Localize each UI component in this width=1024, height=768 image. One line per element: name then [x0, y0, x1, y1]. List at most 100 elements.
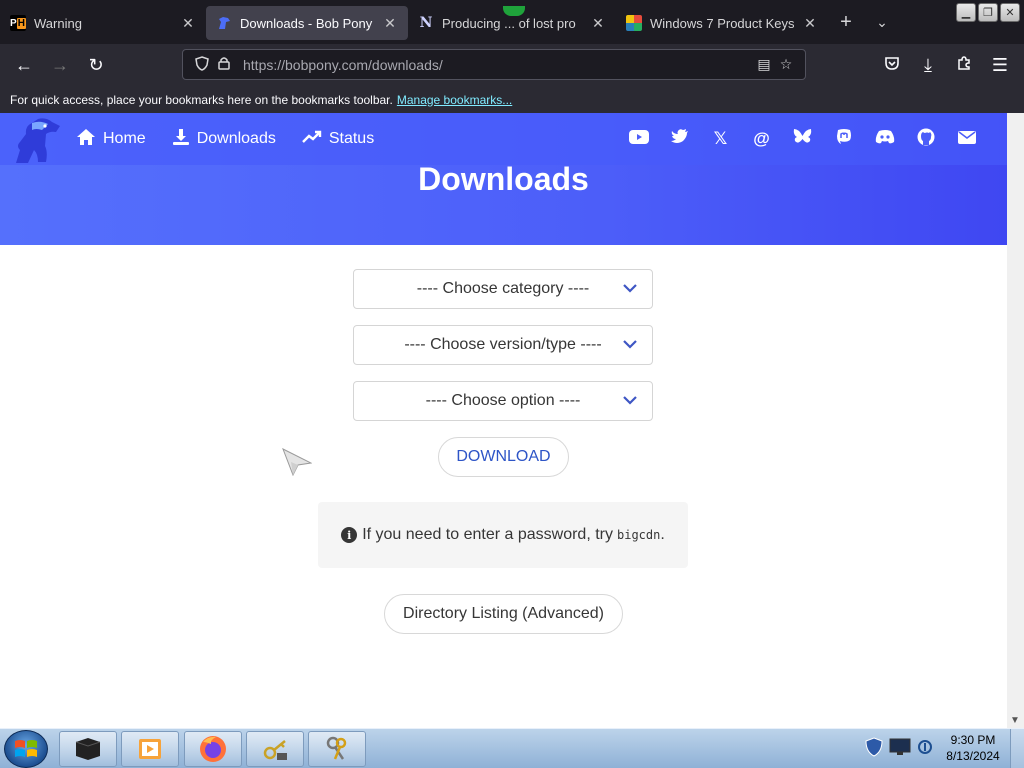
pocket-button[interactable] [874, 49, 910, 81]
tab-title: Producing ... of lost pro [442, 15, 576, 31]
taskbar-item-keys-tool[interactable] [246, 731, 304, 767]
start-button[interactable] [4, 730, 48, 768]
arrow-left-icon: ← [15, 54, 33, 75]
menu-button[interactable]: ☰ [982, 49, 1018, 81]
tab-title: Downloads - Bob Pony [240, 15, 373, 31]
x-icon[interactable]: 𝕏 [700, 129, 741, 149]
github-icon[interactable] [905, 128, 946, 151]
navigation-toolbar: ← → ↻ https://bobpony.com/downloads/ ▤ ☆… [0, 44, 1024, 86]
email-icon[interactable] [946, 129, 987, 149]
close-icon[interactable]: ✕ [590, 15, 606, 32]
clock-time: 9:30 PM [950, 733, 996, 747]
twitter-icon[interactable] [659, 129, 700, 149]
mouse-cursor-icon [282, 448, 312, 476]
pornhub-favicon-icon: PH [10, 15, 26, 31]
minimize-button[interactable]: ▁ [956, 3, 976, 22]
lock-icon[interactable] [213, 56, 235, 73]
page-title: Downloads [418, 161, 589, 197]
extensions-button[interactable] [946, 49, 982, 81]
trending-up-icon [301, 130, 322, 149]
youtube-icon[interactable] [618, 129, 659, 149]
back-button[interactable]: ← [6, 49, 42, 81]
category-select-value: ---- Choose category ---- [416, 280, 590, 297]
bookmark-star-icon[interactable]: ☆ [775, 56, 797, 73]
bobpony-logo-icon[interactable] [12, 116, 62, 166]
reload-icon: ↻ [88, 54, 104, 75]
nav-status-label: Status [328, 130, 375, 147]
nav-downloads-label: Downloads [196, 130, 276, 147]
tab-title: Warning [34, 15, 82, 31]
close-icon[interactable]: ✕ [180, 15, 196, 32]
scroll-down-arrow-icon[interactable]: ▼ [1010, 715, 1020, 726]
windows-favicon-icon [626, 15, 642, 31]
clock[interactable]: 9:30 PM 8/13/2024 [940, 732, 1006, 764]
tab-warning[interactable]: PH Warning ✕ [0, 6, 206, 40]
reader-view-icon[interactable]: ▤ [753, 56, 775, 73]
hero-banner: Home Downloads Status 𝕏 @ Downloads [0, 113, 1007, 245]
option-select-value: ---- Choose option ---- [425, 392, 581, 409]
tab-windows7-keys[interactable]: Windows 7 Product Keys For ✕ [616, 6, 828, 40]
arrow-right-icon: → [51, 54, 69, 75]
media-player-icon [139, 739, 161, 759]
taskbar-item-terminal[interactable] [59, 731, 117, 767]
web-page: Home Downloads Status 𝕏 @ Downloads ----… [0, 113, 1007, 728]
home-icon [76, 128, 96, 151]
bookmarks-hint: For quick access, place your bookmarks h… [10, 92, 393, 107]
password-hint-text: If you need to enter a password, try [362, 526, 613, 543]
key-tool-icon [263, 740, 287, 760]
bluesky-icon[interactable] [782, 128, 823, 150]
password-code: bigcdn [617, 528, 661, 542]
list-all-tabs-button[interactable]: ⌄ [864, 5, 900, 39]
hamburger-icon: ☰ [991, 54, 1009, 75]
url-bar[interactable]: https://bobpony.com/downloads/ ▤ ☆ [182, 49, 806, 80]
chevron-down-icon [623, 284, 637, 293]
discord-icon[interactable] [864, 129, 905, 149]
nav-downloads[interactable]: Downloads [172, 128, 276, 151]
chevron-down-icon: ⌄ [876, 13, 888, 30]
category-select[interactable]: ---- Choose category ---- [353, 269, 653, 309]
taskbar-item-key-manager[interactable] [308, 731, 366, 767]
puzzle-icon [956, 55, 972, 76]
info-icon: i [341, 527, 358, 543]
new-tab-button[interactable]: + [828, 5, 864, 39]
option-select[interactable]: ---- Choose option ---- [353, 381, 653, 421]
password-hint-suffix: . [660, 526, 665, 543]
password-hint: i If you need to enter a password, try b… [318, 502, 688, 568]
volume-icon[interactable] [917, 739, 933, 760]
threads-icon[interactable]: @ [741, 129, 782, 149]
taskbar-item-firefox[interactable] [184, 731, 242, 767]
page-scrollbar[interactable]: ▼ [1007, 113, 1024, 728]
chevron-down-icon [623, 340, 637, 349]
nav-home[interactable]: Home [76, 128, 146, 151]
reload-button[interactable]: ↻ [78, 49, 114, 81]
mastodon-icon[interactable] [823, 128, 864, 150]
close-icon[interactable]: ✕ [802, 15, 818, 32]
restore-button[interactable]: ❐ [978, 3, 998, 22]
plus-icon: + [840, 10, 852, 33]
close-window-button[interactable]: ✕ [1000, 3, 1020, 22]
network-monitor-icon[interactable] [889, 738, 911, 761]
download-arrow-icon: ⤓ [924, 54, 932, 75]
tab-strip: PH Warning ✕ Downloads - Bob Pony ✕ N Pr… [0, 0, 1024, 44]
security-shield-icon[interactable] [865, 736, 883, 762]
bookmarks-toolbar: For quick access, place your bookmarks h… [0, 86, 1024, 113]
version-select[interactable]: ---- Choose version/type ---- [353, 325, 653, 365]
shield-icon[interactable] [191, 55, 213, 74]
close-icon[interactable]: ✕ [382, 15, 398, 32]
chevron-down-icon [623, 396, 637, 405]
nav-home-label: Home [103, 130, 146, 147]
window-controls: ▁ ❐ ✕ [956, 3, 1020, 22]
windows-logo-icon [15, 740, 37, 757]
nav-status[interactable]: Status [301, 130, 375, 149]
toolbar-right: ⤓ ☰ [874, 49, 1018, 81]
download-button[interactable]: DOWNLOAD [438, 437, 569, 477]
show-desktop-button[interactable] [1010, 729, 1024, 768]
directory-listing-button[interactable]: Directory Listing (Advanced) [384, 594, 623, 634]
url-text[interactable]: https://bobpony.com/downloads/ [243, 57, 753, 73]
clock-date: 8/13/2024 [946, 749, 1000, 763]
manage-bookmarks-link[interactable]: Manage bookmarks... [397, 93, 512, 107]
forward-button[interactable]: → [42, 49, 78, 81]
downloads-button[interactable]: ⤓ [910, 49, 946, 81]
tab-downloads[interactable]: Downloads - Bob Pony ✕ [206, 6, 408, 40]
taskbar-item-media-player[interactable] [121, 731, 179, 767]
